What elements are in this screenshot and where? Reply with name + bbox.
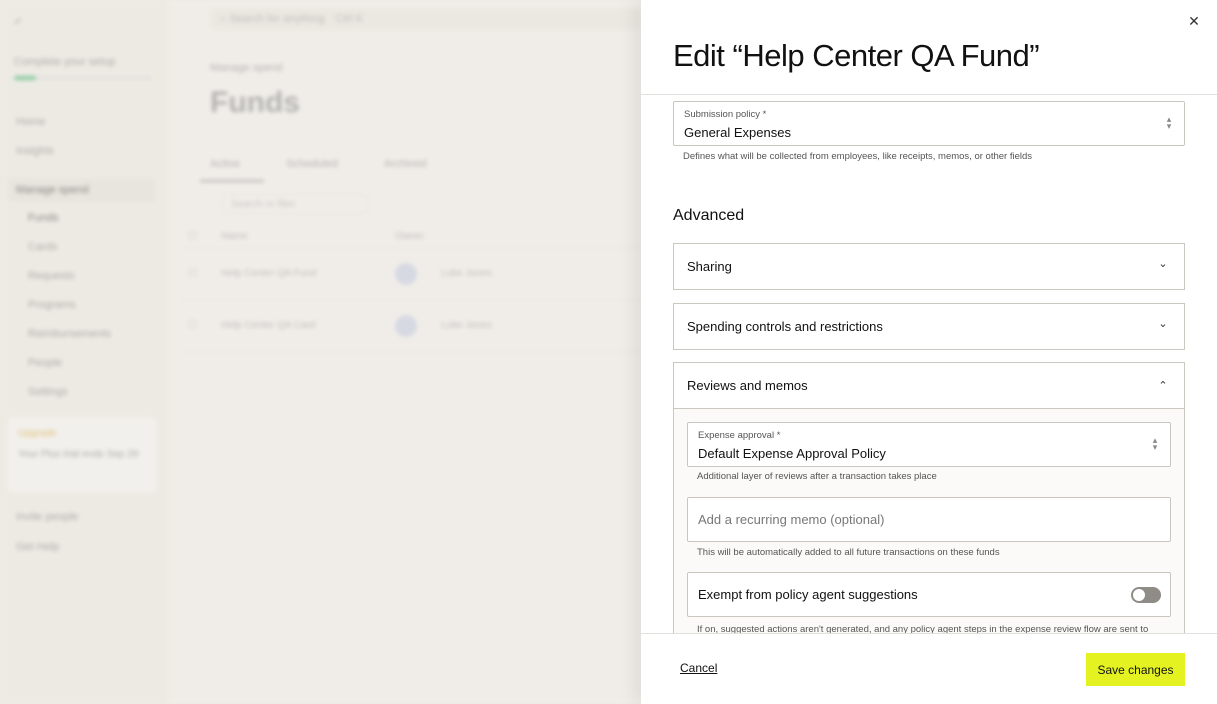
- close-icon[interactable]: ✕: [1185, 12, 1203, 30]
- filter-input[interactable]: Search or filter: [222, 194, 368, 214]
- save-changes-button[interactable]: Save changes: [1086, 653, 1185, 686]
- sidebar-item-insights[interactable]: Insights: [8, 139, 156, 163]
- row-name: Help Center QA Fund: [220, 268, 317, 279]
- drawer-title: Edit “Help Center QA Fund”: [673, 38, 1040, 73]
- accordion-sharing[interactable]: Sharing ⌄: [673, 243, 1185, 290]
- tab-bar: Active Scheduled Archived: [200, 158, 427, 182]
- sidebar-item-people[interactable]: People: [8, 351, 156, 375]
- sidebar-item-help[interactable]: Get Help: [8, 535, 156, 559]
- column-header-owner[interactable]: Owner: [395, 231, 424, 242]
- table-header: ☐ Name Owner: [180, 226, 640, 248]
- tab-archived[interactable]: Archived: [384, 158, 427, 170]
- sidebar-item-settings[interactable]: Settings: [8, 380, 156, 404]
- sidebar-item-reimbursements[interactable]: Reimbursements: [8, 322, 156, 346]
- setup-progress: [14, 76, 152, 80]
- promo-text: Your Plus trial ends Sep 29: [18, 449, 139, 460]
- advanced-heading: Advanced: [673, 207, 745, 224]
- promo-tag: Upgrade: [18, 428, 57, 439]
- exempt-policy-agent-help: If on, suggested actions aren't generate…: [697, 624, 1149, 633]
- upgrade-promo[interactable]: Upgrade Your Plus trial ends Sep 29: [8, 418, 156, 492]
- chevron-down-icon: ⌄: [1158, 318, 1168, 330]
- expense-approval-help: Additional layer of reviews after a tran…: [697, 471, 937, 482]
- page-title: Funds: [210, 86, 300, 119]
- sidebar-item-funds[interactable]: Funds: [8, 206, 156, 230]
- toggle-knob: [1133, 589, 1145, 601]
- breadcrumb[interactable]: Manage spend: [210, 62, 283, 74]
- sidebar: ⌿ Complete your setup Home Insights Mana…: [0, 0, 168, 704]
- column-header-name[interactable]: Name: [221, 231, 371, 242]
- submission-policy-select[interactable]: Submission policy * General Expenses ▴ ▾: [673, 101, 1185, 146]
- select-all-checkbox[interactable]: ☐: [188, 231, 197, 242]
- accordion-spending-controls[interactable]: Spending controls and restrictions ⌄: [673, 303, 1185, 350]
- recurring-memo-placeholder: Add a recurring memo (optional): [698, 512, 885, 527]
- reviews-memos-panel: Expense approval * Default Expense Appro…: [673, 409, 1185, 633]
- recurring-memo-input[interactable]: Add a recurring memo (optional): [687, 497, 1171, 542]
- funds-table: ☐ Name Owner ☐ Help Center QA Fund Luke …: [180, 226, 640, 352]
- submission-policy-label: Submission policy *: [684, 109, 767, 120]
- avatar: [394, 262, 417, 285]
- chevron-up-icon: ⌃: [1158, 380, 1168, 392]
- expense-approval-label: Expense approval *: [698, 430, 781, 441]
- sidebar-item-manage-spend[interactable]: Manage spend: [8, 178, 156, 202]
- accordion-reviews-memos[interactable]: Reviews and memos ⌃: [673, 362, 1185, 409]
- logo-icon: ⌿: [14, 14, 22, 28]
- search-icon: ⌕: [220, 13, 230, 25]
- exempt-policy-agent-toggle[interactable]: [1131, 587, 1161, 603]
- recurring-memo-help: This will be automatically added to all …: [697, 547, 1000, 558]
- drawer-scroll-area[interactable]: Submission policy * General Expenses ▴ ▾ …: [641, 95, 1217, 633]
- sidebar-item-home[interactable]: Home: [8, 110, 156, 134]
- tab-underline: [200, 180, 264, 182]
- sidebar-item-programs[interactable]: Programs: [8, 293, 156, 317]
- sidebar-item-requests[interactable]: Requests: [8, 264, 156, 288]
- row-checkbox[interactable]: ☐: [188, 320, 197, 331]
- sidebar-item-cards[interactable]: Cards: [8, 235, 156, 259]
- sort-arrows-icon: ▴ ▾: [1152, 435, 1158, 452]
- row-name: Help Center QA Card: [220, 320, 316, 331]
- expense-approval-select[interactable]: Expense approval * Default Expense Appro…: [687, 422, 1171, 467]
- submission-policy-value: General Expenses: [684, 125, 791, 140]
- tab-active[interactable]: Active: [210, 158, 240, 170]
- avatar: [394, 314, 417, 337]
- setup-label: Complete your setup: [14, 56, 116, 68]
- accordion-reviews-label: Reviews and memos: [687, 378, 808, 393]
- sidebar-item-invite[interactable]: Invite people: [8, 505, 156, 529]
- search-shortcut: Ctrl K: [335, 13, 364, 25]
- table-row[interactable]: ☐ Help Center QA Fund Luke Jones: [180, 248, 640, 300]
- row-checkbox[interactable]: ☐: [188, 268, 197, 279]
- expense-approval-value: Default Expense Approval Policy: [698, 446, 886, 461]
- exempt-policy-agent-row: Exempt from policy agent suggestions: [687, 572, 1171, 617]
- submission-policy-help: Defines what will be collected from empl…: [683, 151, 1033, 162]
- exempt-policy-agent-label: Exempt from policy agent suggestions: [698, 587, 918, 602]
- sort-arrows-icon: ▴ ▾: [1166, 114, 1172, 131]
- chevron-down-icon: ⌄: [1158, 258, 1168, 270]
- accordion-sharing-label: Sharing: [687, 259, 732, 274]
- search-placeholder: Search for anything: [229, 13, 325, 25]
- row-owner: Luke Jones: [440, 268, 493, 279]
- edit-fund-drawer: ✕ Edit “Help Center QA Fund” Submission …: [641, 0, 1217, 704]
- cancel-button[interactable]: Cancel: [680, 661, 717, 675]
- accordion-spending-label: Spending controls and restrictions: [687, 319, 883, 334]
- row-owner: Luke Jones: [440, 320, 493, 331]
- drawer-footer: Cancel Save changes: [641, 633, 1217, 704]
- global-search[interactable]: ⌕ Search for anything Ctrl K: [210, 8, 640, 30]
- tab-scheduled[interactable]: Scheduled: [286, 158, 338, 170]
- table-row[interactable]: ☐ Help Center QA Card Luke Jones: [180, 300, 640, 352]
